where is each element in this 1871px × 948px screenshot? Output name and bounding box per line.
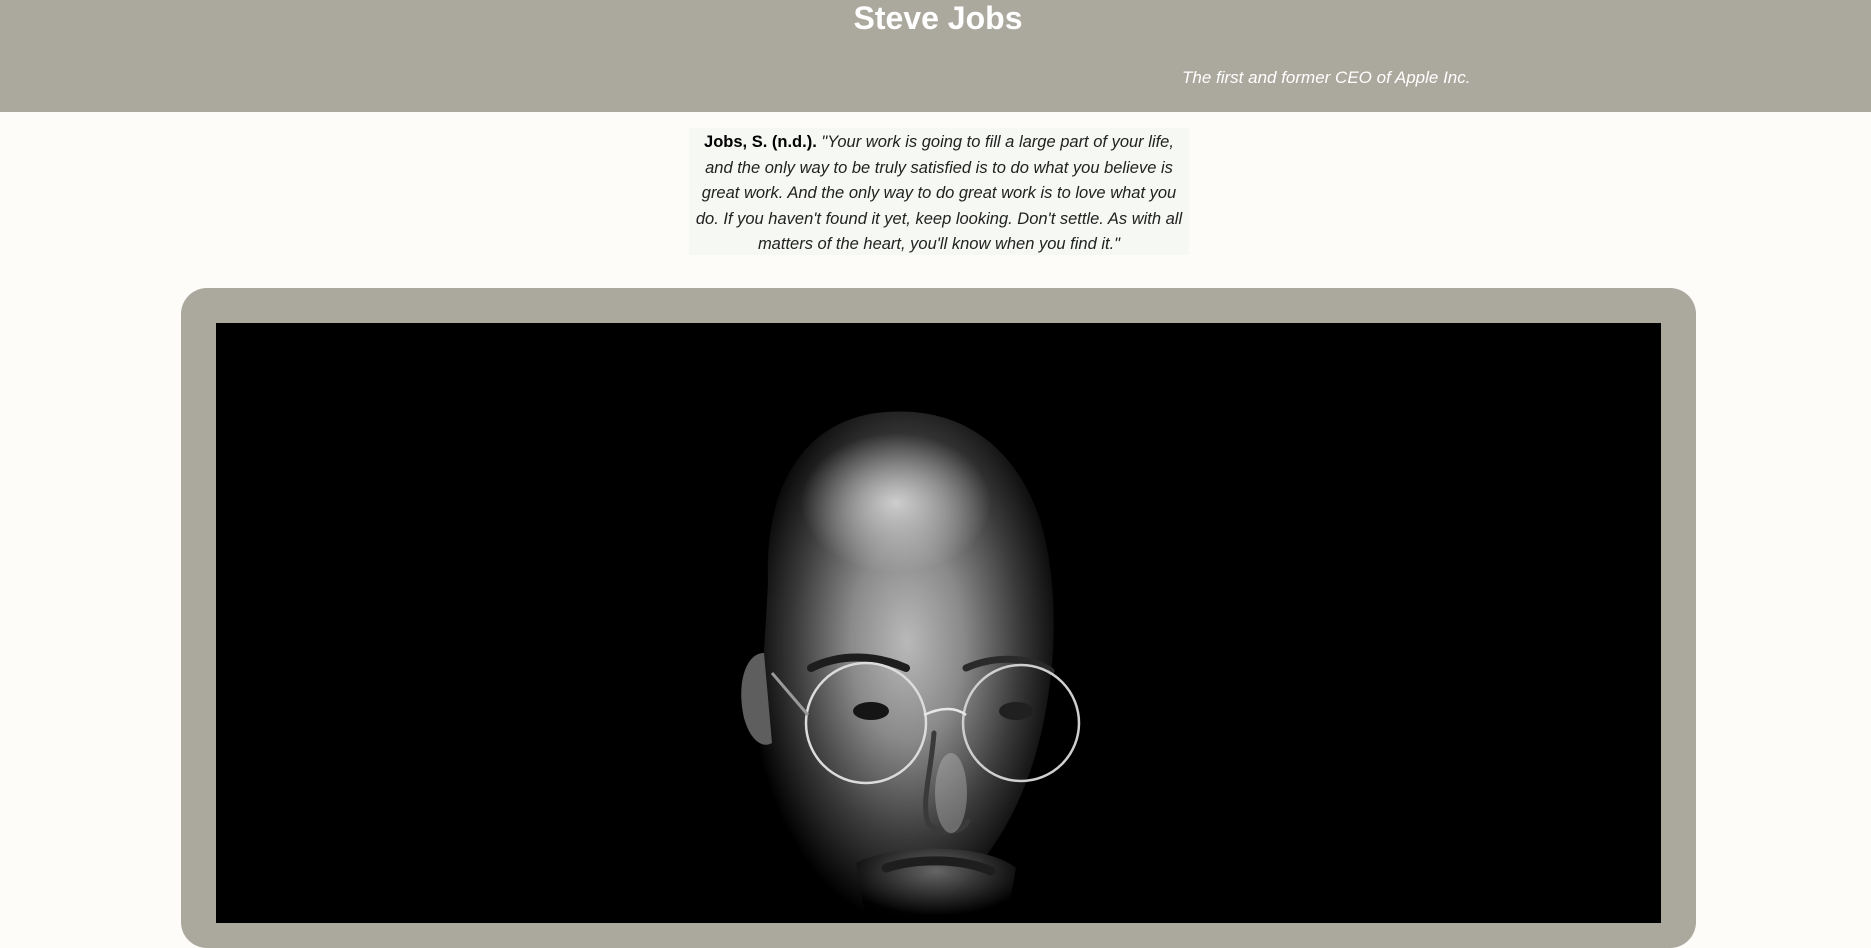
page-tagline: The first and former CEO of Apple Inc. bbox=[1182, 68, 1471, 87]
portrait-photo bbox=[216, 323, 1661, 923]
quote-text: "Your work is going to fill a large part… bbox=[695, 133, 1183, 253]
quote-author: Jobs, S. (n.d.). bbox=[704, 133, 817, 151]
page-title: Steve Jobs bbox=[853, 0, 1023, 36]
portrait-icon bbox=[216, 323, 1661, 923]
header-banner: Steve Jobs The first and former CEO of A… bbox=[0, 0, 1871, 112]
quote-block: Jobs, S. (n.d.). "Your work is going to … bbox=[689, 128, 1189, 255]
